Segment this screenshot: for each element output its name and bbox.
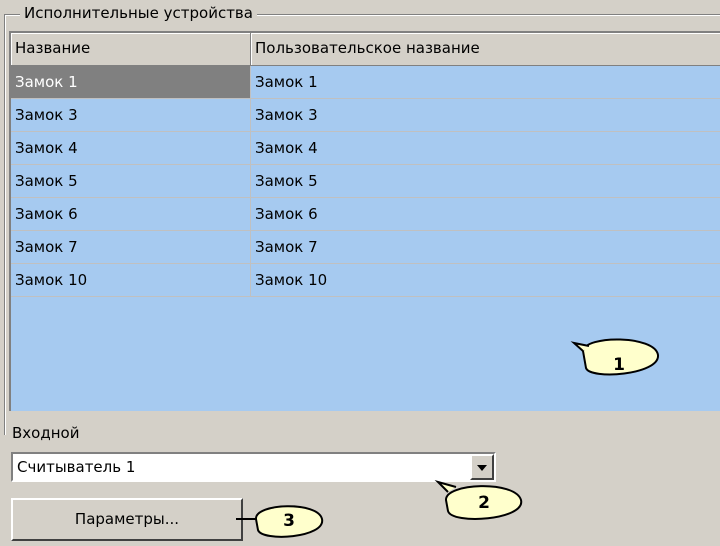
input-label: Входной: [12, 424, 80, 442]
cell-name[interactable]: Замок 7: [11, 231, 251, 264]
input-select-value: Считыватель 1: [17, 458, 136, 476]
cell-name[interactable]: Замок 5: [11, 165, 251, 198]
table-body: Замок 1 Замок 1 Замок 3 Замок 3 Замок 4 Замок…: [11, 66, 720, 297]
table-row[interactable]: Замок 5 Замок 5: [11, 165, 720, 198]
cell-name[interactable]: Замок 3: [11, 99, 251, 132]
cell-user-name[interactable]: Замок 5: [251, 165, 720, 198]
cell-user-name[interactable]: Замок 3: [251, 99, 720, 132]
callout-1-label: 1: [613, 355, 625, 375]
cell-name[interactable]: Замок 4: [11, 132, 251, 165]
cell-user-name[interactable]: Замок 7: [251, 231, 720, 264]
table-row[interactable]: Замок 7 Замок 7: [11, 231, 720, 264]
table-row[interactable]: Замок 6 Замок 6: [11, 198, 720, 231]
dropdown-button[interactable]: [470, 454, 494, 480]
cell-name[interactable]: Замок 6: [11, 198, 251, 231]
cell-user-name[interactable]: Замок 4: [251, 132, 720, 165]
cell-name[interactable]: Замок 10: [11, 264, 251, 297]
parameters-button[interactable]: Параметры...: [11, 498, 243, 541]
callout-3-label: 3: [283, 511, 295, 531]
cell-user-name[interactable]: Замок 1: [251, 66, 720, 99]
callout-2-label: 2: [478, 493, 490, 513]
table-row[interactable]: Замок 1 Замок 1: [11, 66, 720, 99]
column-header-user-name[interactable]: Пользовательское название: [251, 33, 720, 65]
devices-table[interactable]: Название Пользовательское название Замок…: [9, 31, 720, 411]
cell-name[interactable]: Замок 1: [11, 66, 251, 99]
group-title: Исполнительные устройства: [20, 3, 257, 23]
cell-user-name[interactable]: Замок 10: [251, 264, 720, 297]
table-row[interactable]: Замок 4 Замок 4: [11, 132, 720, 165]
column-header-name[interactable]: Название: [11, 33, 251, 65]
table-row[interactable]: Замок 3 Замок 3: [11, 99, 720, 132]
input-select[interactable]: Считыватель 1: [11, 452, 496, 482]
table-row[interactable]: Замок 10 Замок 10: [11, 264, 720, 297]
table-header: Название Пользовательское название: [11, 33, 720, 66]
chevron-down-icon: [477, 465, 487, 471]
cell-user-name[interactable]: Замок 6: [251, 198, 720, 231]
